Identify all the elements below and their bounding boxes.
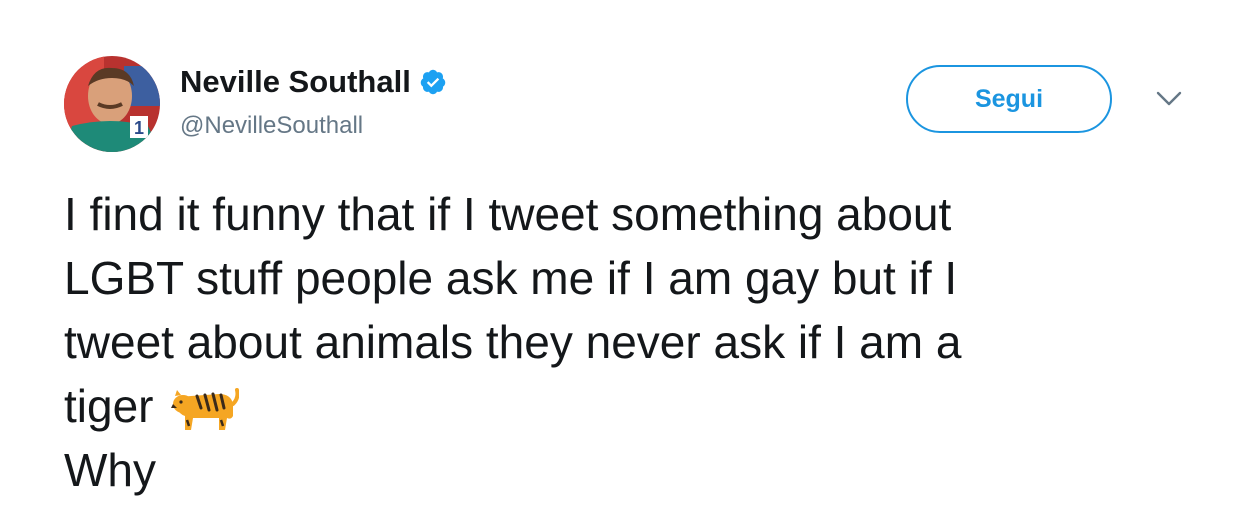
avatar-image: 1 [64,56,160,152]
tweet-text-line: LGBT stuff people ask me if I am gay but… [64,252,958,304]
author-handle[interactable]: @NevilleSouthall [180,112,363,140]
author-name-row: Neville Southall [180,62,447,102]
tweet-text-line-with-emoji: tiger [64,374,1174,438]
follow-button[interactable]: Segui [906,65,1112,133]
tweet-text-line: I find it funny that if I tweet somethin… [64,188,952,240]
avatar[interactable]: 1 [64,56,160,152]
svg-text:1: 1 [134,118,144,138]
author-display-name[interactable]: Neville Southall [180,64,411,100]
tweet-text: I find it funny that if I tweet somethin… [64,182,1174,502]
chevron-down-icon[interactable] [1156,90,1182,108]
tweet-text-line: tiger [64,380,154,432]
tweet-text-line: Why [64,444,156,496]
tiger-emoji [171,388,240,430]
verified-badge-icon [420,69,446,95]
tweet-text-line: tweet about animals they never ask if I … [64,316,962,368]
